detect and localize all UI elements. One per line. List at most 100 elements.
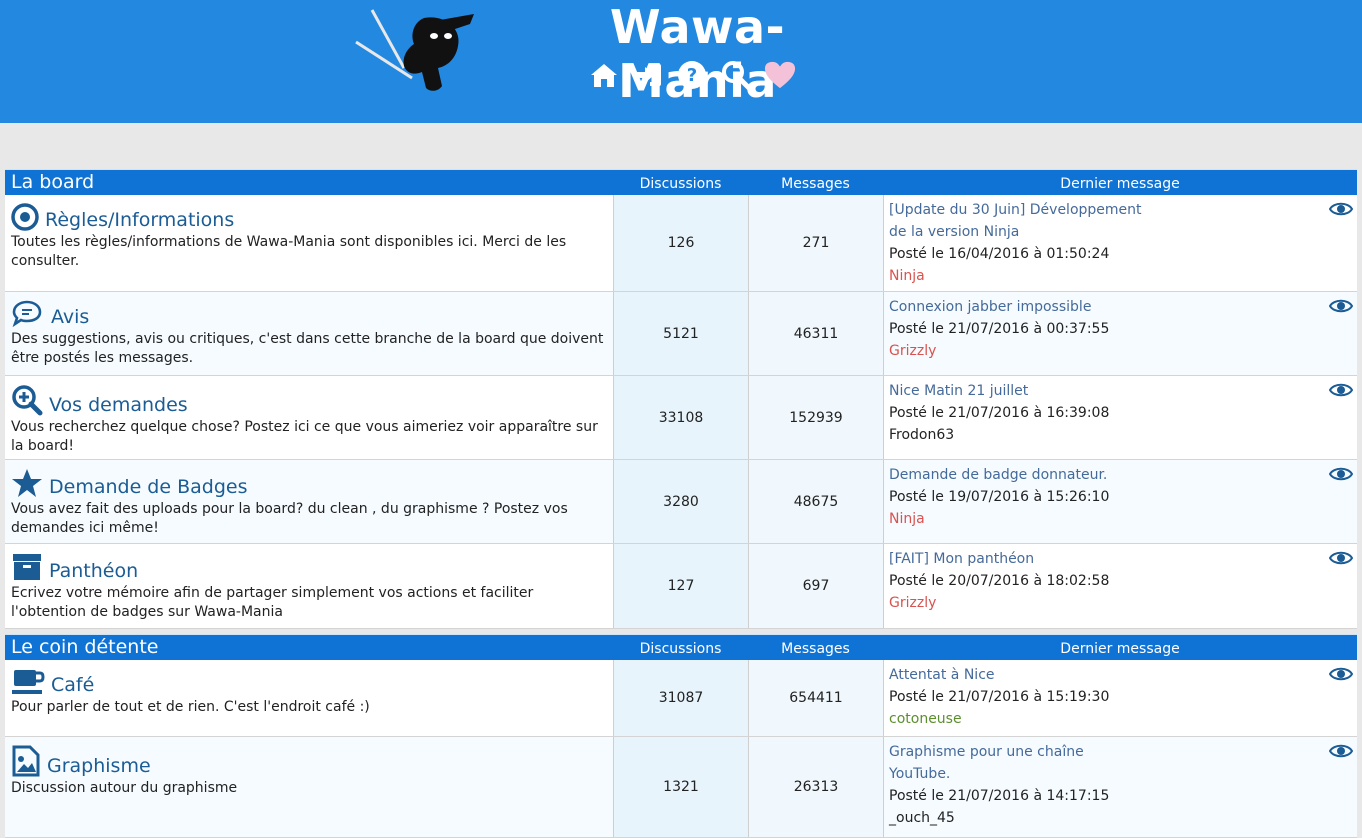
forum-row: Vos demandes Vous recherchez quelque cho…: [5, 376, 1357, 460]
forum-title[interactable]: Graphisme: [47, 755, 151, 777]
forum-description: Ecrivez votre mémoire afin de partager s…: [11, 585, 534, 620]
eye-icon[interactable]: [1329, 666, 1353, 682]
col-discussions-header: Discussions: [639, 641, 722, 657]
last-post-cell: [FAIT] Mon panthéon Posté le 20/07/2016 …: [883, 544, 1357, 628]
forum-description: Discussion autour du graphisme: [11, 780, 238, 796]
main-nav: ?: [588, 58, 796, 92]
image-file-icon: [12, 745, 40, 777]
forum-row: Demande de Badges Vous avez fait des upl…: [5, 460, 1357, 544]
last-post-user[interactable]: cotoneuse: [889, 708, 1352, 730]
eye-icon[interactable]: [1329, 201, 1353, 217]
last-post-date: Posté le 21/07/2016 à 00:37:55: [889, 321, 1110, 337]
last-post-user[interactable]: Frodon63: [889, 424, 1352, 446]
star-icon: [12, 469, 42, 497]
forum-cell: Panthéon Ecrivez votre mémoire afin de p…: [5, 544, 613, 628]
forum-title[interactable]: Demande de Badges: [49, 476, 247, 498]
section-title[interactable]: Le coin détente: [11, 635, 158, 660]
archive-icon: [13, 554, 41, 580]
heart-icon[interactable]: [764, 59, 796, 91]
forum-description: Vous recherchez quelque chose? Postez ic…: [11, 419, 598, 454]
last-post-user[interactable]: Ninja: [889, 508, 1352, 530]
messages-count: 271: [748, 195, 883, 291]
forum-row: Avis Des suggestions, avis ou critiques,…: [5, 292, 1357, 376]
site-header: Wawa-Mania ?: [0, 0, 1362, 123]
search-plus-icon: [12, 385, 43, 416]
col-messages-header: Messages: [781, 176, 850, 192]
last-post-date: Posté le 19/07/2016 à 15:26:10: [889, 489, 1110, 505]
last-post-title[interactable]: Graphisme pour une chaîne YouTube.: [889, 741, 1099, 785]
last-post-title[interactable]: [FAIT] Mon panthéon: [889, 548, 1352, 570]
last-post-user[interactable]: Grizzly: [889, 340, 1352, 362]
forum-description: Des suggestions, avis ou critiques, c'es…: [11, 331, 604, 366]
forum-title[interactable]: Avis: [51, 306, 89, 328]
last-post-date: Posté le 21/07/2016 à 16:39:08: [889, 405, 1110, 421]
discussions-count: 31087: [613, 660, 748, 736]
forum-cell: Café Pour parler de tout et de rien. C'e…: [5, 660, 613, 736]
eye-icon[interactable]: [1329, 298, 1353, 314]
home-icon[interactable]: [588, 59, 620, 91]
messages-count: 26313: [748, 737, 883, 837]
dot-circle-icon: [11, 203, 39, 231]
last-post-date: Posté le 21/07/2016 à 14:17:15: [889, 788, 1110, 804]
forum-row: Règles/Informations Toutes les règles/in…: [5, 195, 1357, 292]
last-post-user[interactable]: Grizzly: [889, 592, 1352, 614]
messages-count: 152939: [748, 376, 883, 459]
messages-count: 46311: [748, 292, 883, 375]
eye-icon[interactable]: [1329, 743, 1353, 759]
last-post-user[interactable]: _ouch_45: [889, 807, 1352, 829]
forum-cell: Règles/Informations Toutes les règles/in…: [5, 195, 613, 291]
eye-icon[interactable]: [1329, 382, 1353, 398]
svg-text:?: ?: [687, 65, 697, 86]
last-post-title[interactable]: Nice Matin 21 juillet: [889, 380, 1352, 402]
col-messages-header: Messages: [781, 641, 850, 657]
eye-icon[interactable]: [1329, 466, 1353, 482]
discussions-count: 5121: [613, 292, 748, 375]
col-discussions-header: Discussions: [639, 176, 722, 192]
last-post-cell: Attentat à Nice Posté le 21/07/2016 à 15…: [883, 660, 1357, 736]
messages-count: 697: [748, 544, 883, 628]
last-post-date: Posté le 20/07/2016 à 18:02:58: [889, 573, 1110, 589]
section-coin-detente: Le coin détente Discussions Messages Der…: [5, 634, 1357, 838]
discussions-count: 33108: [613, 376, 748, 459]
last-post-title[interactable]: Attentat à Nice: [889, 664, 1352, 686]
help-icon[interactable]: ?: [676, 59, 708, 91]
last-post-user[interactable]: Ninja: [889, 265, 1352, 287]
forum-row: Graphisme Discussion autour du graphisme…: [5, 737, 1357, 838]
last-post-cell: Nice Matin 21 juillet Posté le 21/07/201…: [883, 376, 1357, 459]
forum-cell: Vos demandes Vous recherchez quelque cho…: [5, 376, 613, 459]
forum-cell: Demande de Badges Vous avez fait des upl…: [5, 460, 613, 543]
discussions-count: 1321: [613, 737, 748, 837]
col-last-header: Dernier message: [1060, 641, 1180, 657]
section-la-board: La board Discussions Messages Dernier me…: [5, 169, 1357, 629]
forum-title[interactable]: Café: [51, 674, 94, 696]
last-post-title[interactable]: [Update du 30 Juin] Développement de la …: [889, 199, 1159, 243]
forum-title[interactable]: Règles/Informations: [45, 209, 234, 231]
search-icon[interactable]: [720, 59, 752, 91]
last-post-cell: Demande de badge donnateur. Posté le 19/…: [883, 460, 1357, 543]
coffee-icon: [12, 670, 45, 694]
comments-icon: [12, 300, 42, 328]
sign-in-icon[interactable]: [632, 59, 664, 91]
eye-icon[interactable]: [1329, 550, 1353, 566]
last-post-title[interactable]: Demande de badge donnateur.: [889, 464, 1352, 486]
forum-title[interactable]: Vos demandes: [49, 394, 188, 416]
forum-row: Café Pour parler de tout et de rien. C'e…: [5, 660, 1357, 737]
discussions-count: 126: [613, 195, 748, 291]
last-post-cell: Graphisme pour une chaîne YouTube. Posté…: [883, 737, 1357, 837]
messages-count: 654411: [748, 660, 883, 736]
last-post-date: Posté le 21/07/2016 à 15:19:30: [889, 689, 1110, 705]
section-header: Le coin détente Discussions Messages Der…: [5, 634, 1357, 660]
forum-row: Panthéon Ecrivez votre mémoire afin de p…: [5, 544, 1357, 629]
discussions-count: 127: [613, 544, 748, 628]
forum-description: Pour parler de tout et de rien. C'est l'…: [11, 699, 370, 715]
ninja-logo[interactable]: [352, 6, 482, 96]
last-post-cell: Connexion jabber impossible Posté le 21/…: [883, 292, 1357, 375]
col-last-header: Dernier message: [1060, 176, 1180, 192]
last-post-cell: [Update du 30 Juin] Développement de la …: [883, 195, 1357, 291]
forum-description: Vous avez fait des uploads pour la board…: [11, 501, 568, 536]
last-post-title[interactable]: Connexion jabber impossible: [889, 296, 1352, 318]
forum-title[interactable]: Panthéon: [49, 560, 138, 582]
section-title[interactable]: La board: [11, 170, 94, 195]
section-header: La board Discussions Messages Dernier me…: [5, 169, 1357, 195]
forum-cell: Avis Des suggestions, avis ou critiques,…: [5, 292, 613, 375]
